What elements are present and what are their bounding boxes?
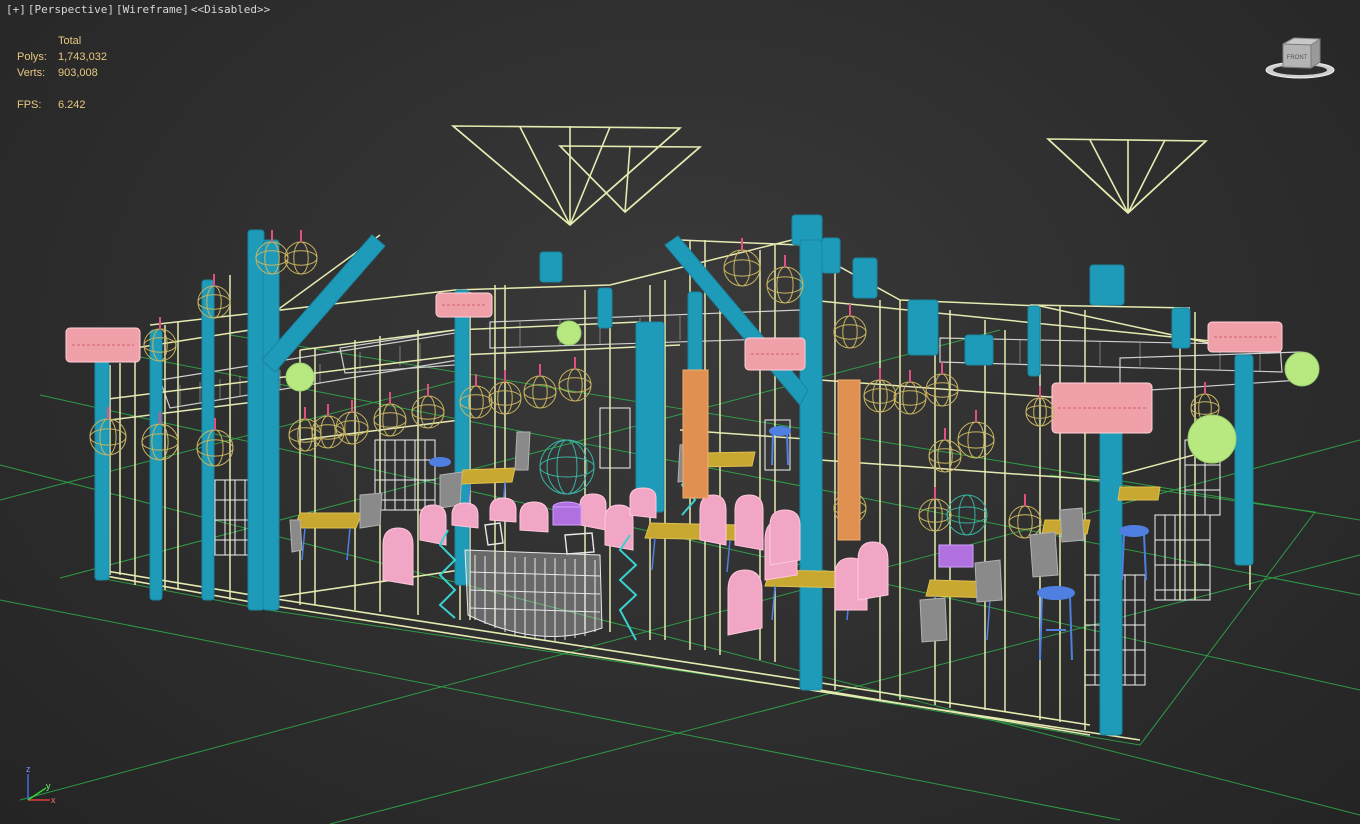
axis-tripod-icon: z x y [24,762,64,805]
furniture [289,426,1161,661]
column [821,237,841,274]
column [1027,305,1041,377]
viewport-point-of-view-label[interactable]: [Perspective] [28,3,114,16]
sign-board [1051,382,1153,434]
lantern-band [766,276,804,294]
lantern-band [928,448,962,464]
frame-beam [109,399,271,421]
white-grid-panels [204,407,1221,686]
lantern-band [723,259,761,277]
lantern [766,255,804,304]
column [1171,307,1191,349]
column [907,299,939,356]
column [635,321,665,513]
statistics-overlay: Total Polys: 1,743,032 Verts: 903,008 FP… [17,33,107,113]
verts-label: Verts: [17,67,46,79]
axis-x-label: x [51,795,56,804]
lantern [311,404,345,449]
lantern [957,410,995,459]
lantern [558,357,592,402]
lantern [893,370,927,415]
diagonal-beam [261,234,386,373]
lantern-outline [1008,505,1042,539]
lantern-outline [523,375,557,409]
lantern-rib [567,368,583,402]
lantern-rib [842,315,858,349]
polys-label: Polys: [17,51,47,63]
column [852,257,878,299]
column [539,251,563,283]
column [247,229,265,611]
column [454,289,470,586]
viewport-shading-label[interactable]: [Wireframe] [116,3,189,16]
lantern-band [893,390,927,406]
column [964,334,994,366]
stats-header: Total [58,35,82,47]
lantern [288,407,322,452]
viewport-labels: [+] [Perspective] [Wireframe] <<Disabled… [6,3,270,16]
polys-value: 1,743,032 [58,51,107,63]
lantern-rib [382,403,398,437]
lantern-band [284,250,318,266]
lantern-band [957,431,995,449]
column [1099,419,1123,736]
lantern [411,384,445,429]
lantern-band [411,404,445,420]
lantern-rib [320,415,336,449]
lantern-rib [776,266,794,304]
lantern-rib [967,421,985,459]
column [1089,264,1125,306]
viewcube-icon[interactable]: FRONT [1264,36,1336,82]
column [149,329,163,601]
frame-beam [679,239,1251,353]
scene-wireframe[interactable] [0,0,1360,824]
frame-beam [99,344,681,401]
blue-columns [94,214,1254,736]
lantern-rib [1017,505,1033,539]
perspective-viewport[interactable]: [+] [Perspective] [Wireframe] <<Disabled… [0,0,1360,824]
lantern-outline [288,418,322,452]
lantern-outline [558,368,592,402]
lantern-outline [723,249,761,287]
lantern-outline [284,241,318,275]
lantern-outline [766,266,804,304]
fps-label: FPS: [17,99,42,111]
axis-y-label: y [46,781,51,791]
column [687,291,703,383]
lantern-rib [532,375,548,409]
column [799,239,823,691]
lantern [284,230,318,275]
lantern-outline [833,315,867,349]
column [262,239,280,611]
lantern-band [1008,514,1042,530]
lantern-outline [373,403,407,437]
lantern-band [833,324,867,340]
lantern [723,238,761,287]
column [597,287,613,329]
lantern-rib [344,411,360,445]
column [94,359,110,581]
lantern-outline [957,421,995,459]
lantern-band [558,377,592,393]
viewcube-face-label: FRONT [1287,55,1308,61]
fps-value: 6.242 [58,99,86,111]
ceiling-trusses [450,125,1209,227]
lantern-rib [293,241,309,275]
axis-z-label: z [26,764,31,774]
lantern-rib [733,249,751,287]
viewport-menu-label[interactable]: [+] [6,3,26,16]
lantern [833,304,867,349]
verts-value: 903,008 [58,67,98,79]
lantern-outline [928,439,962,473]
lantern [925,362,959,407]
column [1234,354,1254,566]
reception-counter [464,522,603,641]
viewport-disabled-label[interactable]: <<Disabled>> [191,3,270,16]
lantern-band [523,384,557,400]
lantern-band [373,412,407,428]
lantern-outline [411,395,445,429]
lantern-rib [468,385,484,419]
